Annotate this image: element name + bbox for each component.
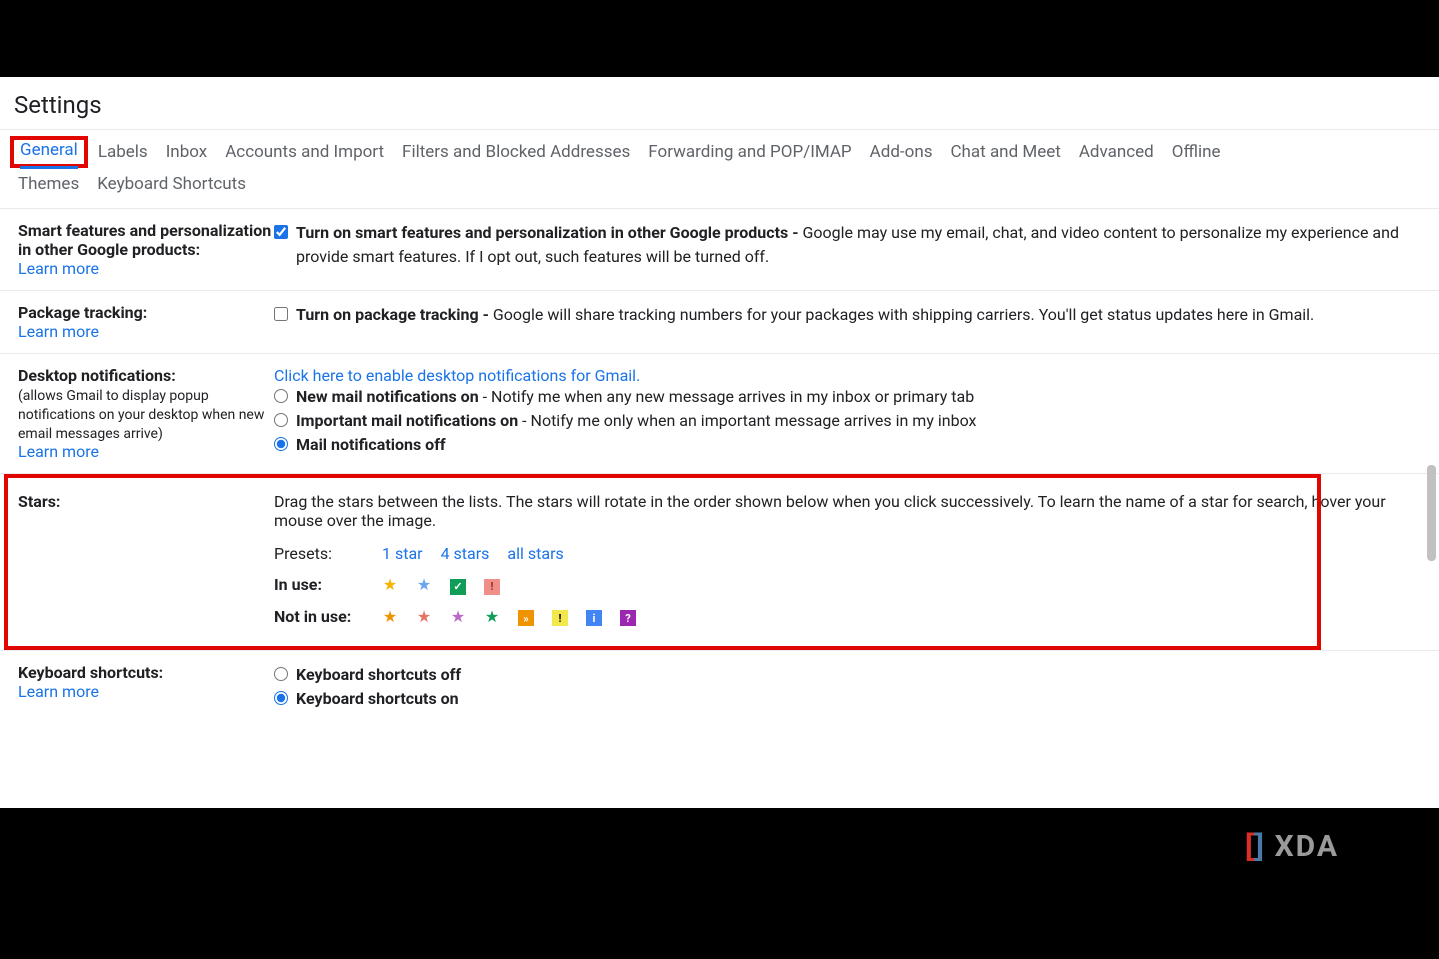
section-stars: Stars: Drag the stars between the lists.…: [0, 474, 1439, 651]
checkbox-package-tracking[interactable]: [274, 307, 288, 321]
tab-general[interactable]: General: [20, 140, 78, 169]
radio-new-mail-on[interactable]: [274, 389, 288, 403]
value-smart-features: Turn on smart features and personalizati…: [274, 221, 1421, 278]
purple-question-icon[interactable]: ?: [620, 610, 636, 626]
blue-star-icon[interactable]: ★: [416, 577, 432, 593]
label-package-tracking: Package tracking: Learn more: [18, 303, 274, 341]
yellow-star-icon[interactable]: ★: [382, 577, 398, 593]
link-enable-desktop-notifications[interactable]: Click here to enable desktop notificatio…: [274, 366, 640, 385]
tab-labels[interactable]: Labels: [98, 142, 148, 162]
label-stars: Stars:: [18, 492, 274, 632]
purple-star-icon[interactable]: ★: [450, 608, 466, 624]
preset-4-stars[interactable]: 4 stars: [441, 544, 490, 563]
tabs-row-2: Themes Keyboard Shortcuts: [10, 174, 1439, 208]
highlight-box-general-tab: General: [10, 136, 88, 168]
not-in-use-label: Not in use:: [274, 607, 370, 626]
blue-info-icon[interactable]: i: [586, 610, 602, 626]
tab-keyboard-shortcuts[interactable]: Keyboard Shortcuts: [97, 174, 246, 194]
yellow-bang-icon[interactable]: !: [552, 610, 568, 626]
stars-instruction-bold: Drag the stars between the lists.: [274, 492, 502, 511]
value-package-tracking: Turn on package tracking - Google will s…: [274, 303, 1421, 341]
red-bang-icon[interactable]: !: [484, 579, 500, 595]
value-stars: Drag the stars between the lists. The st…: [274, 492, 1421, 632]
learn-more-desktop-notifications[interactable]: Learn more: [18, 442, 99, 461]
sublabel-desktop-notifications: (allows Gmail to display popup notificat…: [18, 388, 264, 442]
orange-star-icon[interactable]: ★: [382, 608, 398, 624]
value-desktop-notifications: Click here to enable desktop notificatio…: [274, 366, 1421, 461]
learn-more-package-tracking[interactable]: Learn more: [18, 322, 99, 341]
tabs-row-1: General Labels Inbox Accounts and Import…: [10, 130, 1439, 174]
tab-addons[interactable]: Add-ons: [870, 142, 933, 162]
tab-chat-meet[interactable]: Chat and Meet: [950, 142, 1060, 162]
desc-package-tracking: Google will share tracking numbers for y…: [493, 305, 1314, 324]
preset-1-star[interactable]: 1 star: [382, 544, 423, 563]
checkbox-label-smart-features: Turn on smart features and personalizati…: [296, 223, 802, 242]
tab-filters-blocked[interactable]: Filters and Blocked Addresses: [402, 142, 630, 162]
orange-guillemet-icon[interactable]: »: [518, 610, 534, 626]
bracket-right-icon: ]: [1249, 827, 1268, 865]
xda-watermark: [ ] XDA: [1240, 827, 1339, 865]
label-keyboard-shortcuts: Keyboard shortcuts: Learn more: [18, 663, 274, 711]
tabs-container: General Labels Inbox Accounts and Import…: [0, 129, 1439, 209]
preset-all-stars[interactable]: all stars: [507, 544, 563, 563]
radio-mail-off[interactable]: [274, 437, 288, 451]
learn-more-keyboard-shortcuts[interactable]: Learn more: [18, 682, 99, 701]
label-smart-features: Smart features and personalization in ot…: [18, 221, 274, 278]
letterbox-bottom: [ ] XDA: [0, 808, 1439, 959]
radio-shortcuts-off[interactable]: [274, 667, 288, 681]
green-check-icon[interactable]: ✓: [450, 579, 466, 595]
tab-forwarding-pop-imap[interactable]: Forwarding and POP/IMAP: [648, 142, 851, 162]
checkbox-smart-features[interactable]: [274, 225, 288, 239]
tab-inbox[interactable]: Inbox: [166, 142, 208, 162]
in-use-label: In use:: [274, 575, 370, 594]
learn-more-smart-features[interactable]: Learn more: [18, 259, 99, 278]
tab-accounts-import[interactable]: Accounts and Import: [225, 142, 384, 162]
radio-important-mail-on[interactable]: [274, 413, 288, 427]
section-keyboard-shortcuts: Keyboard shortcuts: Learn more Keyboard …: [0, 651, 1439, 723]
not-in-use-icons: ★ ★ ★ ★ »! i?: [382, 607, 654, 627]
label-desktop-notifications: Desktop notifications: (allows Gmail to …: [18, 366, 274, 461]
green-star-icon[interactable]: ★: [484, 608, 500, 624]
section-desktop-notifications: Desktop notifications: (allows Gmail to …: [0, 354, 1439, 474]
scrollbar-thumb[interactable]: [1427, 465, 1436, 561]
in-use-icons: ★ ★ ✓!: [382, 575, 518, 595]
tab-offline[interactable]: Offline: [1172, 142, 1221, 162]
settings-body[interactable]: Smart features and personalization in ot…: [0, 209, 1439, 775]
page-title: Settings: [0, 77, 1439, 129]
xda-text: XDA: [1275, 829, 1339, 864]
tab-themes[interactable]: Themes: [18, 174, 79, 194]
settings-panel: Settings General Labels Inbox Accounts a…: [0, 77, 1439, 808]
presets-label: Presets:: [274, 544, 370, 563]
radio-shortcuts-on[interactable]: [274, 691, 288, 705]
red-star-icon[interactable]: ★: [416, 608, 432, 624]
checkbox-label-package-tracking: Turn on package tracking -: [296, 305, 493, 324]
section-smart-features: Smart features and personalization in ot…: [0, 209, 1439, 291]
letterbox-top: [0, 0, 1439, 77]
tab-advanced[interactable]: Advanced: [1079, 142, 1154, 162]
value-keyboard-shortcuts: Keyboard shortcuts off Keyboard shortcut…: [274, 663, 1421, 711]
section-package-tracking: Package tracking: Learn more Turn on pac…: [0, 291, 1439, 354]
